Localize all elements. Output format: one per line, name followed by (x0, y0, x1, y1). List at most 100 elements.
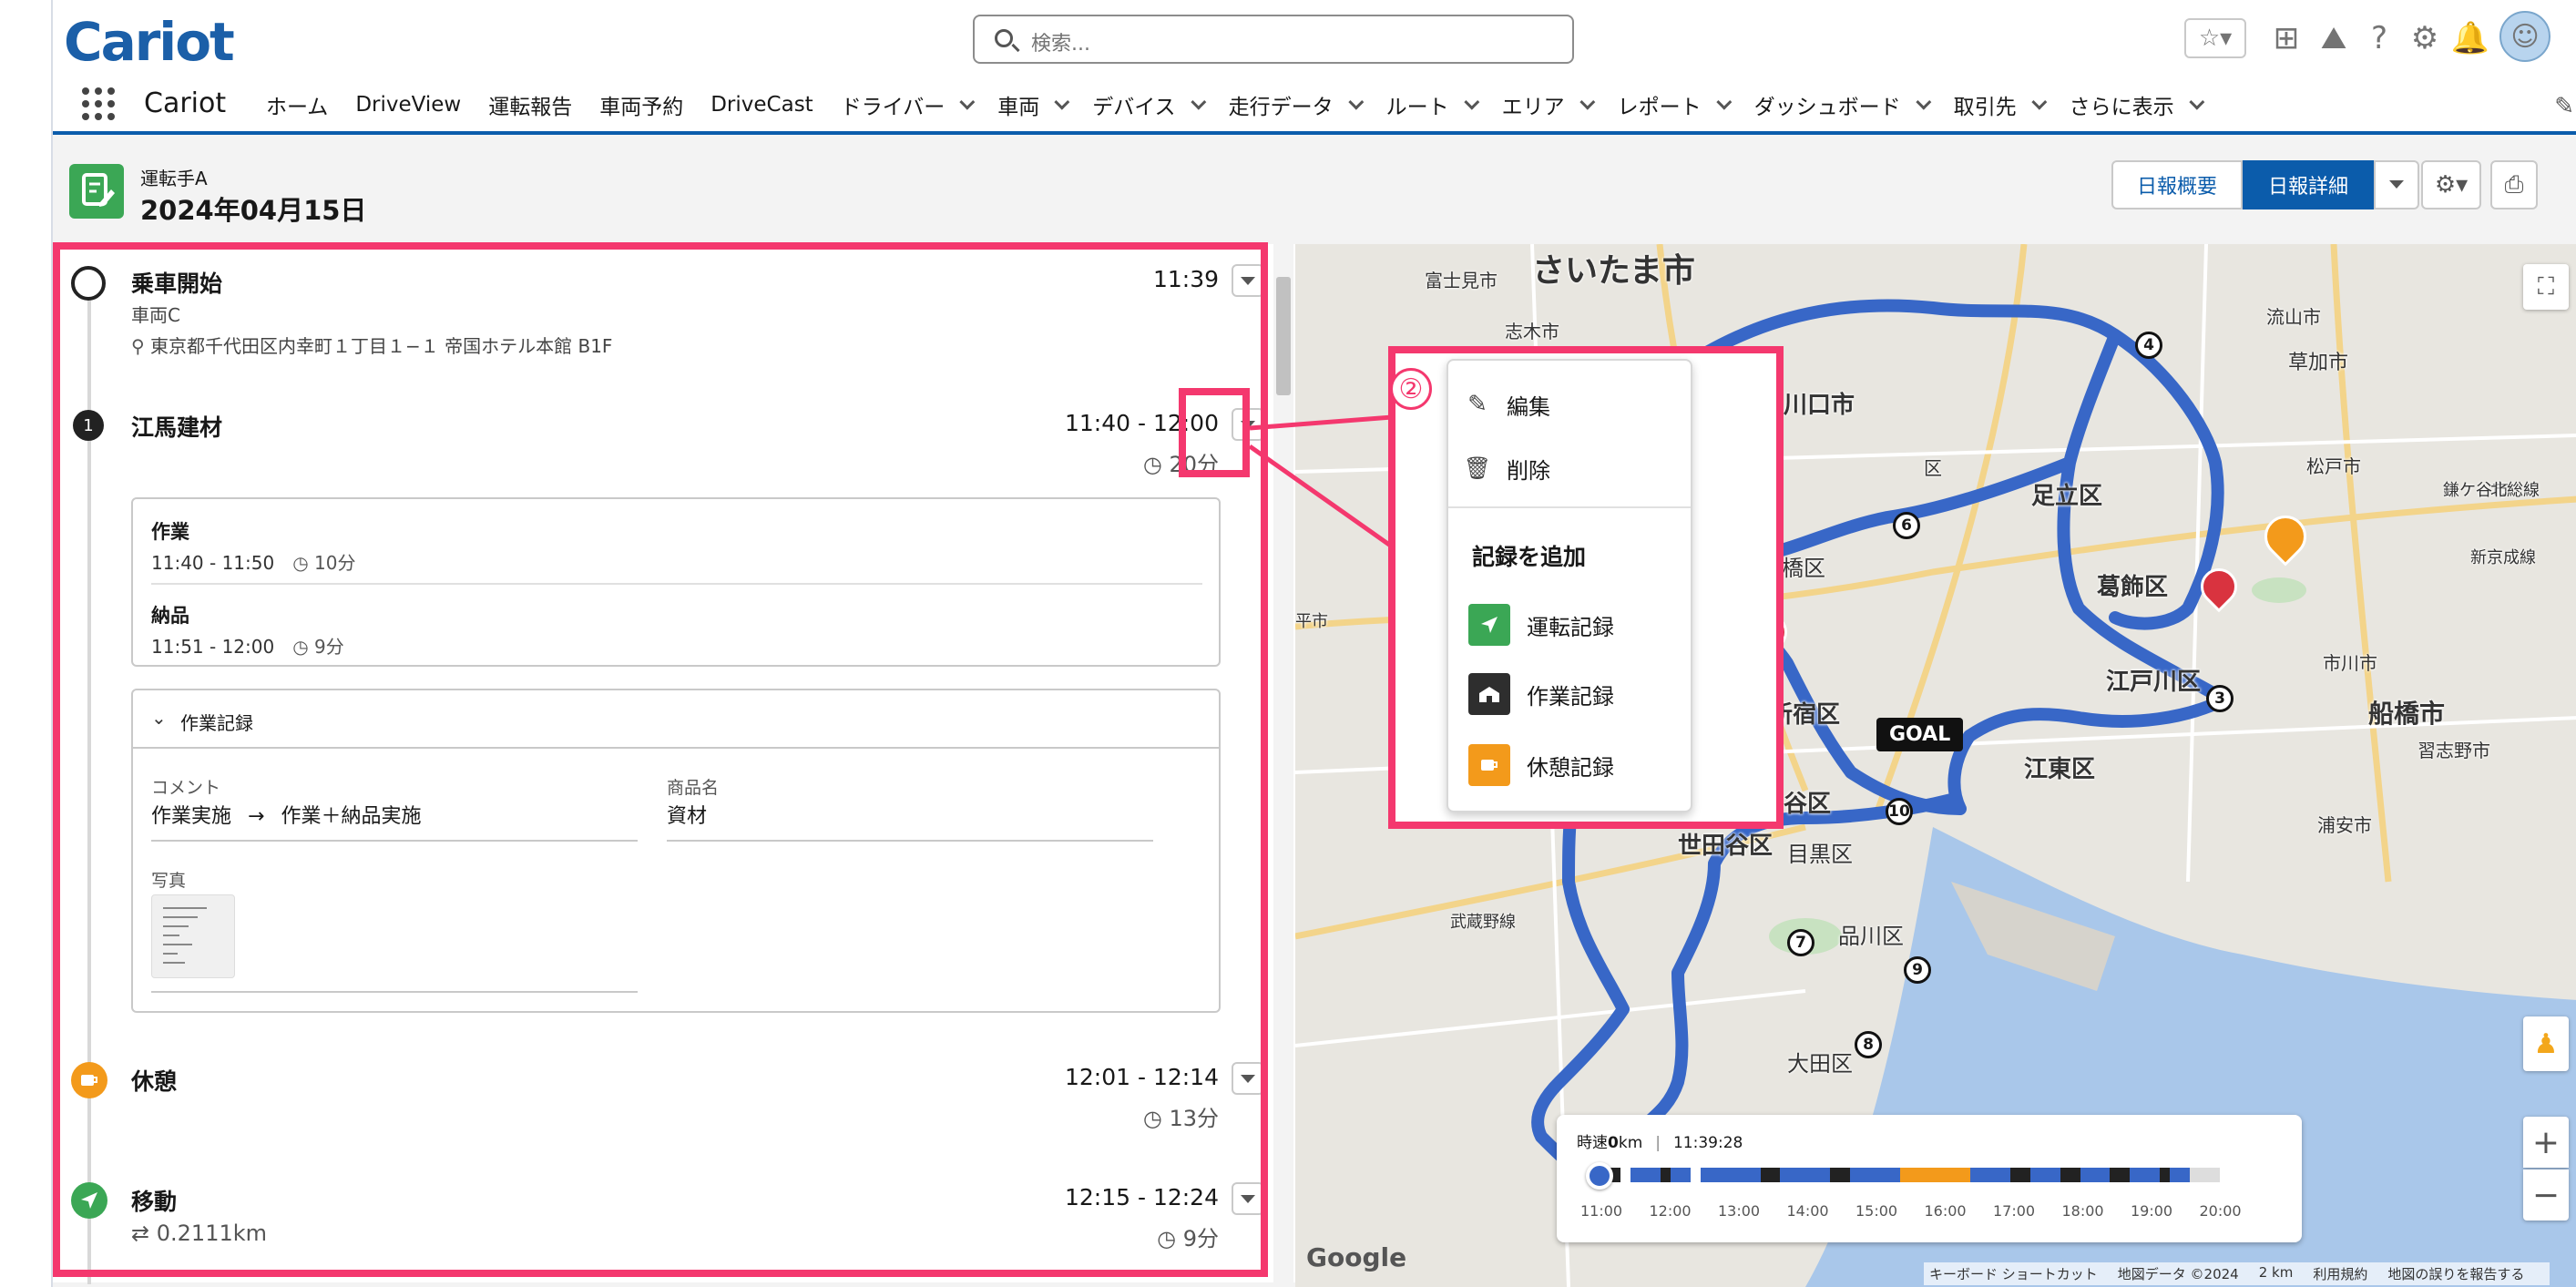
nav-tab-10[interactable]: エリア (1502, 89, 1595, 120)
map-label: 目黒区 (1787, 842, 1853, 867)
stop-marker[interactable]: 3 (2206, 685, 2234, 712)
chevron-down-icon[interactable] (1463, 94, 1479, 110)
setup-gear-icon[interactable]: ⚙ (2407, 20, 2443, 56)
map-label: 江東区 (2024, 756, 2096, 783)
favorites-star-icon[interactable]: ☆▾ (2184, 18, 2246, 58)
zoom-in-button[interactable]: + (2523, 1117, 2569, 1168)
map-label: 北総線 (2490, 481, 2540, 500)
rest-record-icon (1468, 744, 1510, 786)
nav-tab-8[interactable]: 走行データ (1229, 89, 1364, 120)
nav-tab-9[interactable]: ルート (1386, 89, 1479, 120)
chevron-down-icon[interactable] (1347, 94, 1364, 110)
playback-slider-handle[interactable] (1586, 1162, 1613, 1190)
map-label: 品川区 (1838, 924, 1904, 949)
street-view-pegman-icon[interactable]: ♟ (2523, 1016, 2569, 1071)
map-footer-item[interactable]: キーボード ショートカット (1929, 1264, 2098, 1283)
nav-tab-4[interactable]: DriveCast (710, 89, 813, 120)
map-footer-item[interactable]: 地図の誤りを報告する (2387, 1264, 2524, 1283)
timeline-scrollbar[interactable] (1273, 244, 1293, 1282)
nav-tab-12[interactable]: ダッシュボード (1754, 89, 1931, 120)
stop-marker[interactable]: 6 (1893, 512, 1920, 539)
nav-tab-2[interactable]: 運転報告 (488, 89, 572, 120)
chevron-down-icon[interactable] (1054, 94, 1070, 110)
search-placeholder: 検索... (1031, 33, 1090, 56)
trailhead-icon[interactable]: ⛰ (2315, 20, 2352, 56)
settings-gear-button[interactable]: ⚙▾ (2421, 160, 2481, 209)
map-label: 世田谷区 (1678, 832, 1774, 860)
detail-view-button[interactable]: 日報詳細 (2243, 160, 2375, 209)
annotation-number-2: ② (1390, 368, 1432, 410)
stop-marker[interactable]: 7 (1787, 929, 1814, 956)
timeline-tick-label: 19:00 (2131, 1202, 2173, 1220)
stop-marker[interactable]: 4 (2135, 332, 2162, 359)
menu-edit[interactable]: ✎ 編集 (1448, 377, 1691, 432)
nav-tab-14[interactable]: さらに表示 (2070, 89, 2204, 120)
nav-tab-13[interactable]: 取引先 (1954, 89, 2047, 120)
pencil-icon: ✎ (1467, 391, 1487, 418)
chevron-down-icon[interactable] (959, 94, 976, 110)
stop-marker[interactable]: 10 (1886, 798, 1913, 825)
driver-name: 運転手A (140, 168, 208, 189)
map-label: 富士見市 (1425, 270, 1498, 291)
nav-tab-1[interactable]: DriveView (355, 89, 461, 120)
chevron-down-icon[interactable] (1579, 94, 1595, 110)
map-label: 足立区 (2031, 483, 2103, 510)
timeline-tick-label: 12:00 (1649, 1202, 1692, 1220)
app-launcher-icon[interactable] (82, 87, 115, 120)
view-menu-button[interactable] (2374, 160, 2420, 209)
map-label: 新京成線 (2470, 548, 2536, 567)
map-footer: キーボード ショートカット 地図データ ©2024 2 km 利用規約 地図の誤りを報告… (1924, 1262, 2550, 1285)
map-label: 区 (1924, 457, 1942, 479)
nav-tab-7[interactable]: デバイス (1092, 89, 1206, 120)
map-label: 草加市 (2288, 352, 2349, 374)
map-footer-item[interactable]: 地図データ ©2024 (2118, 1264, 2239, 1283)
event-action-menu: ✎ 編集 🗑 削除 記録を追加 運転記録 作業記録 休憩記録 (1446, 359, 1692, 812)
nav-tab-3[interactable]: 車両予約 (599, 89, 683, 120)
work-record-icon (1468, 673, 1510, 715)
stop-marker[interactable]: 9 (1904, 956, 1931, 984)
print-button[interactable]: ⎙ (2490, 160, 2538, 209)
map-label: 浦安市 (2317, 814, 2372, 836)
menu-add-work-record[interactable]: 作業記録 (1448, 667, 1691, 721)
nav-tab-5[interactable]: ドライバー (841, 89, 976, 120)
view-toggle: 日報概要 日報詳細 (2111, 160, 2420, 209)
add-record-header: 記録を追加 (1472, 544, 1587, 570)
cariot-logo[interactable]: Cariot (64, 11, 235, 73)
nav-tab-11[interactable]: レポート (1618, 89, 1732, 120)
fullscreen-icon[interactable]: ⛶ (2523, 264, 2569, 310)
summary-view-button[interactable]: 日報概要 (2111, 160, 2244, 209)
map-footer-item[interactable]: 利用規約 (2313, 1264, 2367, 1283)
menu-delete[interactable]: 🗑 削除 (1448, 441, 1691, 495)
activity-bar (1600, 1168, 2221, 1182)
chevron-down-icon[interactable] (1715, 94, 1732, 110)
page-title: 2024年04月15日 (140, 195, 367, 226)
search-input[interactable]: 検索... (973, 15, 1574, 64)
global-add-icon[interactable]: ⊞ (2268, 20, 2305, 56)
map-footer-item[interactable]: 2 km (2259, 1264, 2294, 1283)
trash-icon: 🗑 (1463, 455, 1492, 481)
chevron-down-icon[interactable] (2188, 94, 2204, 110)
goal-marker[interactable]: GOAL (1876, 718, 1964, 751)
stop-marker[interactable]: 8 (1855, 1031, 1882, 1058)
drive-record-icon (1468, 604, 1510, 646)
chevron-down-icon[interactable] (2030, 94, 2047, 110)
map-label: 志木市 (1505, 321, 1559, 342)
help-icon[interactable]: ? (2361, 20, 2397, 56)
menu-add-rest-record[interactable]: 休憩記録 (1448, 738, 1691, 792)
chevron-down-icon[interactable] (1190, 94, 1206, 110)
map-label: 習志野市 (2418, 740, 2490, 761)
edit-nav-icon[interactable]: ✎ (2554, 93, 2574, 120)
nav-tab-6[interactable]: 車両 (997, 89, 1070, 120)
notification-bell-icon[interactable]: 🔔 (2451, 20, 2489, 56)
menu-add-drive-record[interactable]: 運転記録 (1448, 598, 1691, 652)
timeline-tick-label: 17:00 (1993, 1202, 2036, 1220)
timeline-tick-label: 13:00 (1718, 1202, 1761, 1220)
search-icon (995, 29, 1013, 47)
nav-tab-0[interactable]: ホーム (266, 89, 328, 120)
chevron-down-icon[interactable] (1915, 94, 1931, 110)
map-label: 武蔵野線 (1450, 913, 1516, 932)
map-label: 平市 (1295, 612, 1328, 631)
avatar[interactable]: ☺ (2499, 11, 2550, 62)
zoom-out-button[interactable]: − (2523, 1170, 2569, 1221)
speed-readout: 時速0km | 11:39:28 (1577, 1134, 1743, 1152)
